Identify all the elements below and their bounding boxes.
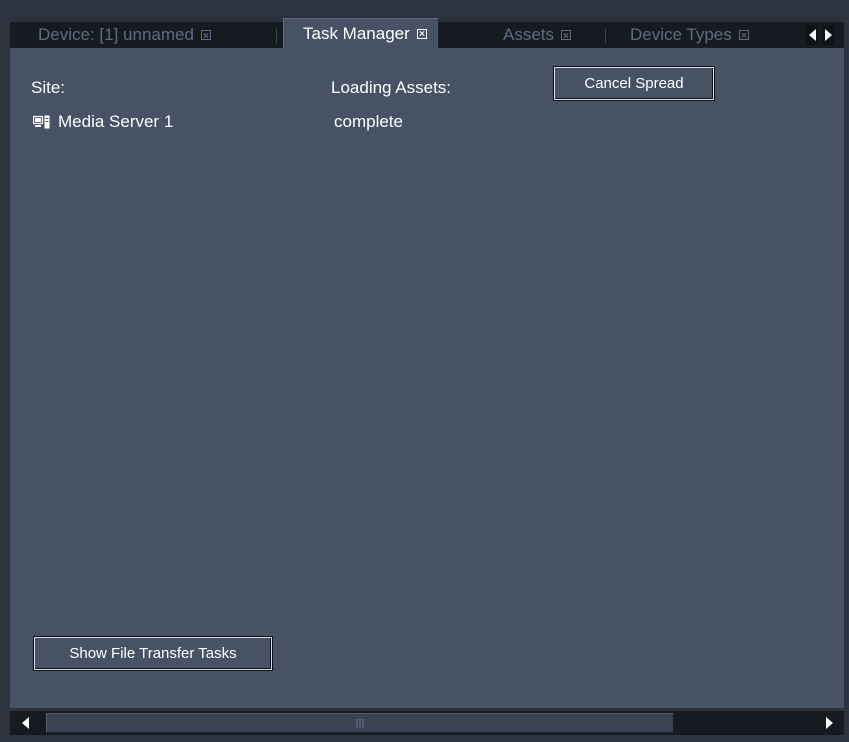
arrow-left-icon <box>21 717 29 729</box>
tab-label: Device Types <box>630 25 732 44</box>
scrollbar-thumb[interactable] <box>46 713 674 733</box>
arrow-right-icon <box>824 29 832 41</box>
tab-label: Assets <box>503 25 555 44</box>
tab-device-types[interactable]: Device Types <box>630 22 749 48</box>
tab-assets[interactable]: Assets <box>503 22 572 48</box>
tab-label: Device: [1] unnamed <box>38 25 194 44</box>
loading-assets-column-header: Loading Assets: <box>331 78 452 97</box>
tab-separator <box>605 28 606 44</box>
show-file-transfer-tasks-button[interactable]: Show File Transfer Tasks <box>33 636 273 671</box>
scroll-right-button[interactable] <box>818 713 840 733</box>
tab-task-manager[interactable]: Task Manager <box>283 18 439 48</box>
site-column-header: Site: <box>31 78 66 97</box>
close-icon[interactable] <box>200 30 211 40</box>
close-icon[interactable] <box>561 30 572 40</box>
tab-separator <box>276 28 277 44</box>
site-name[interactable]: Media Server 1 <box>58 112 173 132</box>
arrow-left-icon <box>808 29 816 41</box>
grip-icon <box>356 719 364 728</box>
close-icon[interactable] <box>738 30 749 40</box>
arrow-right-icon <box>825 717 833 729</box>
tab-scroll-left-button[interactable] <box>806 25 818 45</box>
task-manager-panel: Site: Loading Assets: Cancel Spread Medi… <box>10 48 844 708</box>
tab-device-unnamed[interactable]: Device: [1] unnamed <box>38 22 211 48</box>
cancel-spread-button[interactable]: Cancel Spread <box>553 66 715 101</box>
tab-scroll-right-button[interactable] <box>822 25 834 45</box>
horizontal-scrollbar[interactable] <box>10 711 844 735</box>
tab-label: Task Manager <box>303 23 410 43</box>
task-manager-window: Device: [1] unnamed Task Manager Assets … <box>0 0 849 742</box>
scroll-left-button[interactable] <box>14 713 36 733</box>
tab-bar: Device: [1] unnamed Task Manager Assets … <box>10 18 844 48</box>
close-icon[interactable] <box>416 28 427 39</box>
loading-status: complete <box>334 112 403 131</box>
server-icon <box>33 115 50 129</box>
